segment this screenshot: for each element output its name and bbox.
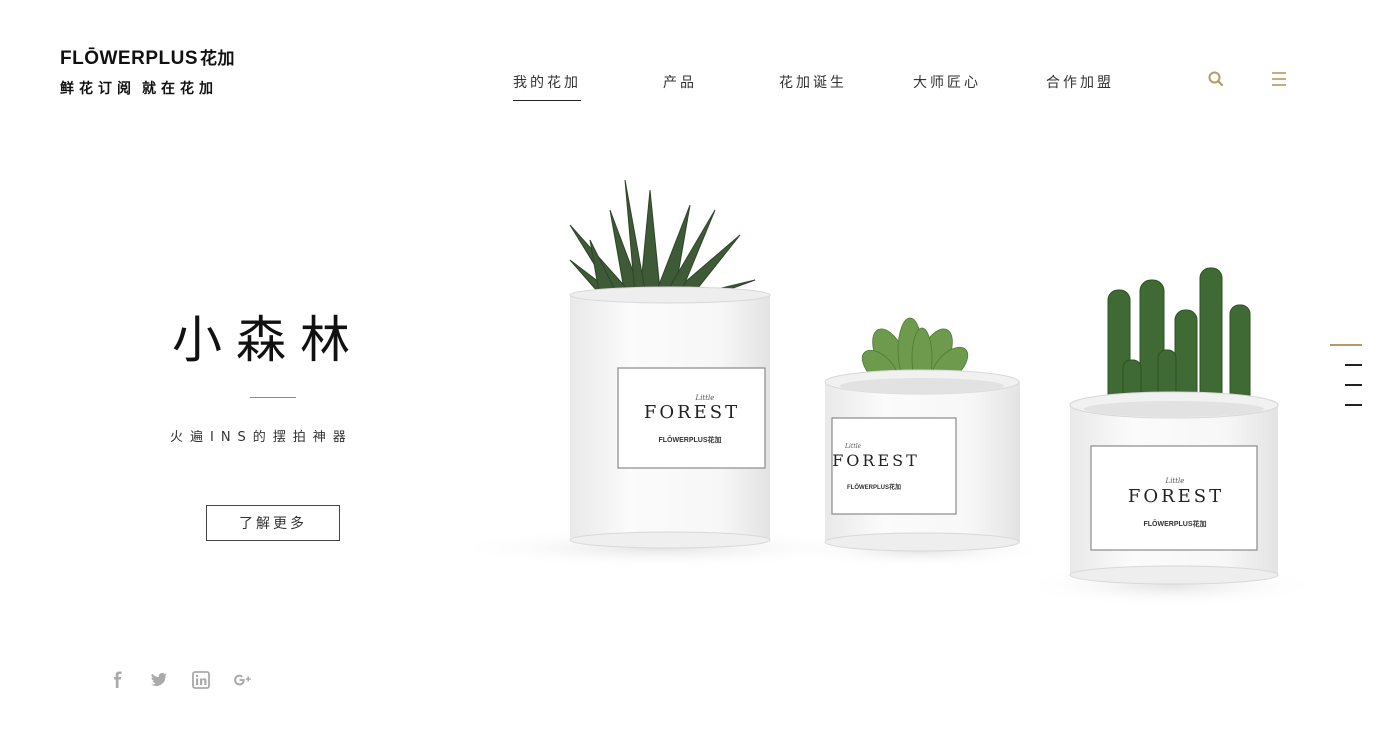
svg-text:FOREST: FOREST — [832, 451, 920, 470]
logo-brand-cn: 花加 — [200, 49, 235, 69]
nav-item-craftsmanship[interactable]: 大师匠心 — [913, 72, 981, 92]
pot-large: Little FOREST FLŌWERPLUS花加 — [569, 286, 771, 549]
search-icon[interactable] — [1207, 70, 1225, 88]
svg-text:Little: Little — [695, 394, 715, 402]
svg-text:Little: Little — [1165, 477, 1185, 485]
slide-indicator-3[interactable] — [1345, 384, 1362, 386]
hero-title: 小森林 — [172, 311, 364, 369]
menu-icon[interactable] — [1270, 70, 1288, 88]
nav-item-origin[interactable]: 花加诞生 — [779, 72, 847, 92]
logo-brand: FLŌWERPLUS 花加 — [60, 44, 240, 70]
twitter-icon[interactable] — [149, 670, 171, 690]
facebook-icon[interactable] — [108, 670, 130, 690]
slide-indicator-1[interactable] — [1330, 344, 1362, 346]
slide-indicator-2[interactable] — [1345, 364, 1362, 366]
hero-divider — [250, 397, 296, 398]
learn-more-button[interactable]: 了解更多 — [206, 505, 340, 541]
svg-text:FOREST: FOREST — [1128, 486, 1224, 507]
svg-text:FLŌWERPLUS花加: FLŌWERPLUS花加 — [1144, 519, 1207, 528]
hero-subtitle: 火遍INS的摆拍神器 — [170, 430, 353, 445]
aloe-plant — [569, 179, 756, 303]
pot-medium: Little FOREST FLŌWERPLUS花加 — [1069, 391, 1279, 585]
nav-item-products[interactable]: 产品 — [663, 72, 697, 92]
slide-indicator-4[interactable] — [1345, 404, 1362, 406]
pot-small: Little FOREST FLŌWERPLUS花加 — [824, 369, 1020, 552]
logo-brand-en: FLŌWERPLUS — [60, 48, 198, 69]
product-image-succulents: Little FOREST FLŌWERPLUS花加 Little FOREST… — [450, 179, 1320, 607]
svg-text:FLŌWERPLUS花加: FLŌWERPLUS花加 — [659, 435, 722, 444]
main-nav: 我的花加 产品 花加诞生 大师匠心 合作加盟 — [0, 72, 1400, 102]
linkedin-icon[interactable] — [191, 670, 213, 690]
nav-item-my-flowerplus[interactable]: 我的花加 — [513, 72, 581, 101]
svg-text:FOREST: FOREST — [644, 402, 740, 423]
google-plus-icon[interactable] — [232, 670, 254, 690]
svg-text:Little: Little — [844, 443, 862, 450]
svg-text:FLŌWERPLUS花加: FLŌWERPLUS花加 — [847, 483, 901, 491]
nav-item-franchise[interactable]: 合作加盟 — [1046, 72, 1114, 92]
